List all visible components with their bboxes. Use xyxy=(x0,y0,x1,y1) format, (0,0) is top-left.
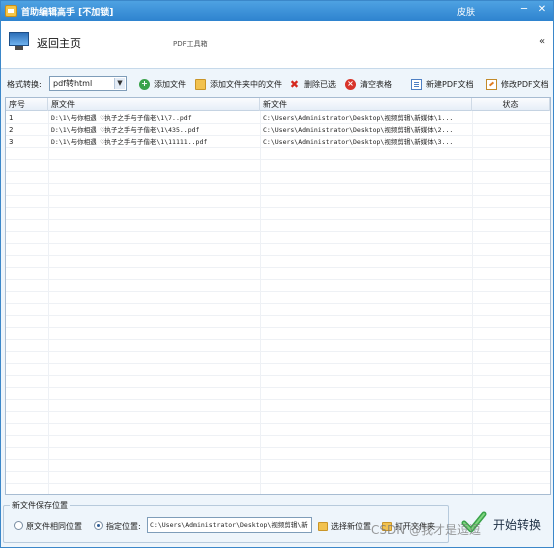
folder-icon xyxy=(195,78,206,90)
source-file-cell: D:\1\与你相遇 ♡执子之手与子偕老\1\435..pdf xyxy=(51,126,200,134)
edit-pdf-label: 修改PDF文档 xyxy=(501,79,549,89)
grid-line xyxy=(6,291,550,292)
grid-line xyxy=(6,471,550,472)
clear-table-button[interactable]: × 清空表格 xyxy=(345,78,392,90)
grid-line xyxy=(6,327,550,328)
row-number: 3 xyxy=(9,138,14,146)
status-cell xyxy=(472,136,550,148)
delete-selected-label: 删除已选 xyxy=(304,79,336,89)
grid-line xyxy=(6,315,550,316)
clear-table-label: 清空表格 xyxy=(360,79,392,89)
row-number: 1 xyxy=(9,114,14,122)
table-header: 序号 原文件 新文件 状态 xyxy=(6,98,550,111)
save-location-legend: 新文件保存位置 xyxy=(10,500,70,511)
plus-icon: + xyxy=(139,78,150,90)
column-header-status[interactable]: 状态 xyxy=(472,98,550,111)
edit-pdf-button[interactable]: 修改PDF文档 xyxy=(486,78,549,90)
collapse-icon[interactable]: « xyxy=(539,36,545,47)
source-file-cell: D:\1\与你相遇 ♡执子之手与子偕老\1\7..pdf xyxy=(51,114,192,122)
window-title: 首助编辑高手 [不加锁] xyxy=(21,7,114,18)
skin-button[interactable]: 皮肤 xyxy=(457,5,475,18)
app-window: 首助编辑高手 [不加锁] 皮肤 ─ ✕ 返回主页 PDF工具箱 « 格式转换: … xyxy=(0,0,554,548)
grid-line xyxy=(6,447,550,448)
grid-line xyxy=(6,435,550,436)
start-conversion-label: 开始转换 xyxy=(493,518,542,532)
grid-line xyxy=(6,423,550,424)
grid-line xyxy=(6,183,550,184)
status-cell xyxy=(472,112,550,124)
format-label: 格式转换: xyxy=(7,80,42,89)
delete-x-icon: ✖ xyxy=(289,77,300,91)
back-home-link[interactable]: 返回主页 xyxy=(37,35,81,51)
close-icon[interactable]: ✕ xyxy=(535,3,549,17)
grid-line xyxy=(6,363,550,364)
grid-line xyxy=(6,219,550,220)
edit-document-icon xyxy=(486,78,497,90)
file-table[interactable]: 序号 原文件 新文件 状态 1 D:\1\与你相遇 ♡执子之手与子偕老\1\7.… xyxy=(5,97,551,495)
source-file-cell: D:\1\与你相遇 ♡执子之手与子偕老\1\11111..pdf xyxy=(51,138,208,146)
grid-column-line xyxy=(260,111,261,494)
choose-location-label: 选择新位置 xyxy=(331,521,371,531)
save-path-input[interactable]: C:\Users\Administrator\Desktop\视频剪辑\新 xyxy=(147,517,312,533)
table-row[interactable]: 2 D:\1\与你相遇 ♡执子之手与子偕老\1\435..pdf C:\User… xyxy=(6,124,550,136)
grid-column-line xyxy=(48,111,49,494)
column-header-no[interactable]: 序号 xyxy=(6,98,48,111)
title-bar: 首助编辑高手 [不加锁] 皮肤 ─ ✕ xyxy=(1,1,553,21)
grid-line xyxy=(6,339,550,340)
toolbar: 格式转换: pdf转html ▼ + 添加文件 添加文件夹中的文件 ✖ 删除已选… xyxy=(1,70,553,96)
target-file-cell: C:\Users\Administrator\Desktop\视频剪辑\新媒体\… xyxy=(263,126,454,134)
grid-line xyxy=(6,231,550,232)
grid-line xyxy=(6,375,550,376)
minimize-icon[interactable]: ─ xyxy=(517,3,531,17)
app-logo-icon xyxy=(5,5,17,17)
custom-location-label[interactable]: 指定位置: xyxy=(106,521,141,532)
add-file-button[interactable]: + 添加文件 xyxy=(139,78,186,90)
grid-line xyxy=(6,171,550,172)
grid-line xyxy=(6,351,550,352)
format-select-value: pdf转html xyxy=(53,79,93,88)
grid-line xyxy=(6,279,550,280)
target-file-cell: C:\Users\Administrator\Desktop\视频剪辑\新媒体\… xyxy=(263,114,454,122)
section-label: PDF工具箱 xyxy=(173,40,208,48)
grid-column-line xyxy=(472,111,473,494)
grid-line xyxy=(6,303,550,304)
grid-line xyxy=(6,459,550,460)
grid-line xyxy=(6,411,550,412)
delete-selected-button[interactable]: ✖ 删除已选 xyxy=(289,78,336,90)
chevron-down-icon[interactable]: ▼ xyxy=(114,78,125,89)
column-header-target[interactable]: 新文件 xyxy=(260,98,472,111)
status-cell xyxy=(472,124,550,136)
grid-line xyxy=(6,243,550,244)
row-number: 2 xyxy=(9,126,14,134)
target-file-cell: C:\Users\Administrator\Desktop\视频剪辑\新媒体\… xyxy=(263,138,454,146)
folder-icon xyxy=(318,521,328,531)
format-select[interactable]: pdf转html ▼ xyxy=(49,76,127,91)
grid-line xyxy=(6,483,550,484)
custom-location-radio[interactable] xyxy=(94,521,103,530)
monitor-icon[interactable] xyxy=(9,32,29,50)
header: 返回主页 PDF工具箱 « xyxy=(1,21,553,69)
new-pdf-button[interactable]: 新建PDF文档 xyxy=(411,78,474,90)
same-location-radio[interactable] xyxy=(14,521,23,530)
grid-line xyxy=(6,399,550,400)
column-header-source[interactable]: 原文件 xyxy=(48,98,260,111)
choose-location-button[interactable]: 选择新位置 xyxy=(318,520,371,532)
grid-line xyxy=(6,195,550,196)
same-location-label[interactable]: 原文件相同位置 xyxy=(26,521,82,532)
grid-line xyxy=(6,207,550,208)
table-row[interactable]: 3 D:\1\与你相遇 ♡执子之手与子偕老\1\11111..pdf C:\Us… xyxy=(6,136,550,148)
new-pdf-label: 新建PDF文档 xyxy=(426,79,474,89)
watermark-text: CSDN @我才是逗逗 xyxy=(371,523,482,537)
grid-line xyxy=(6,267,550,268)
table-row[interactable]: 1 D:\1\与你相遇 ♡执子之手与子偕老\1\7..pdf C:\Users\… xyxy=(6,112,550,124)
add-folder-label: 添加文件夹中的文件 xyxy=(210,79,282,89)
grid-line xyxy=(6,159,550,160)
add-file-label: 添加文件 xyxy=(154,79,186,89)
document-icon xyxy=(411,78,422,90)
add-folder-files-button[interactable]: 添加文件夹中的文件 xyxy=(195,78,282,90)
clear-icon: × xyxy=(345,78,356,90)
grid-line xyxy=(6,255,550,256)
grid-line xyxy=(6,387,550,388)
